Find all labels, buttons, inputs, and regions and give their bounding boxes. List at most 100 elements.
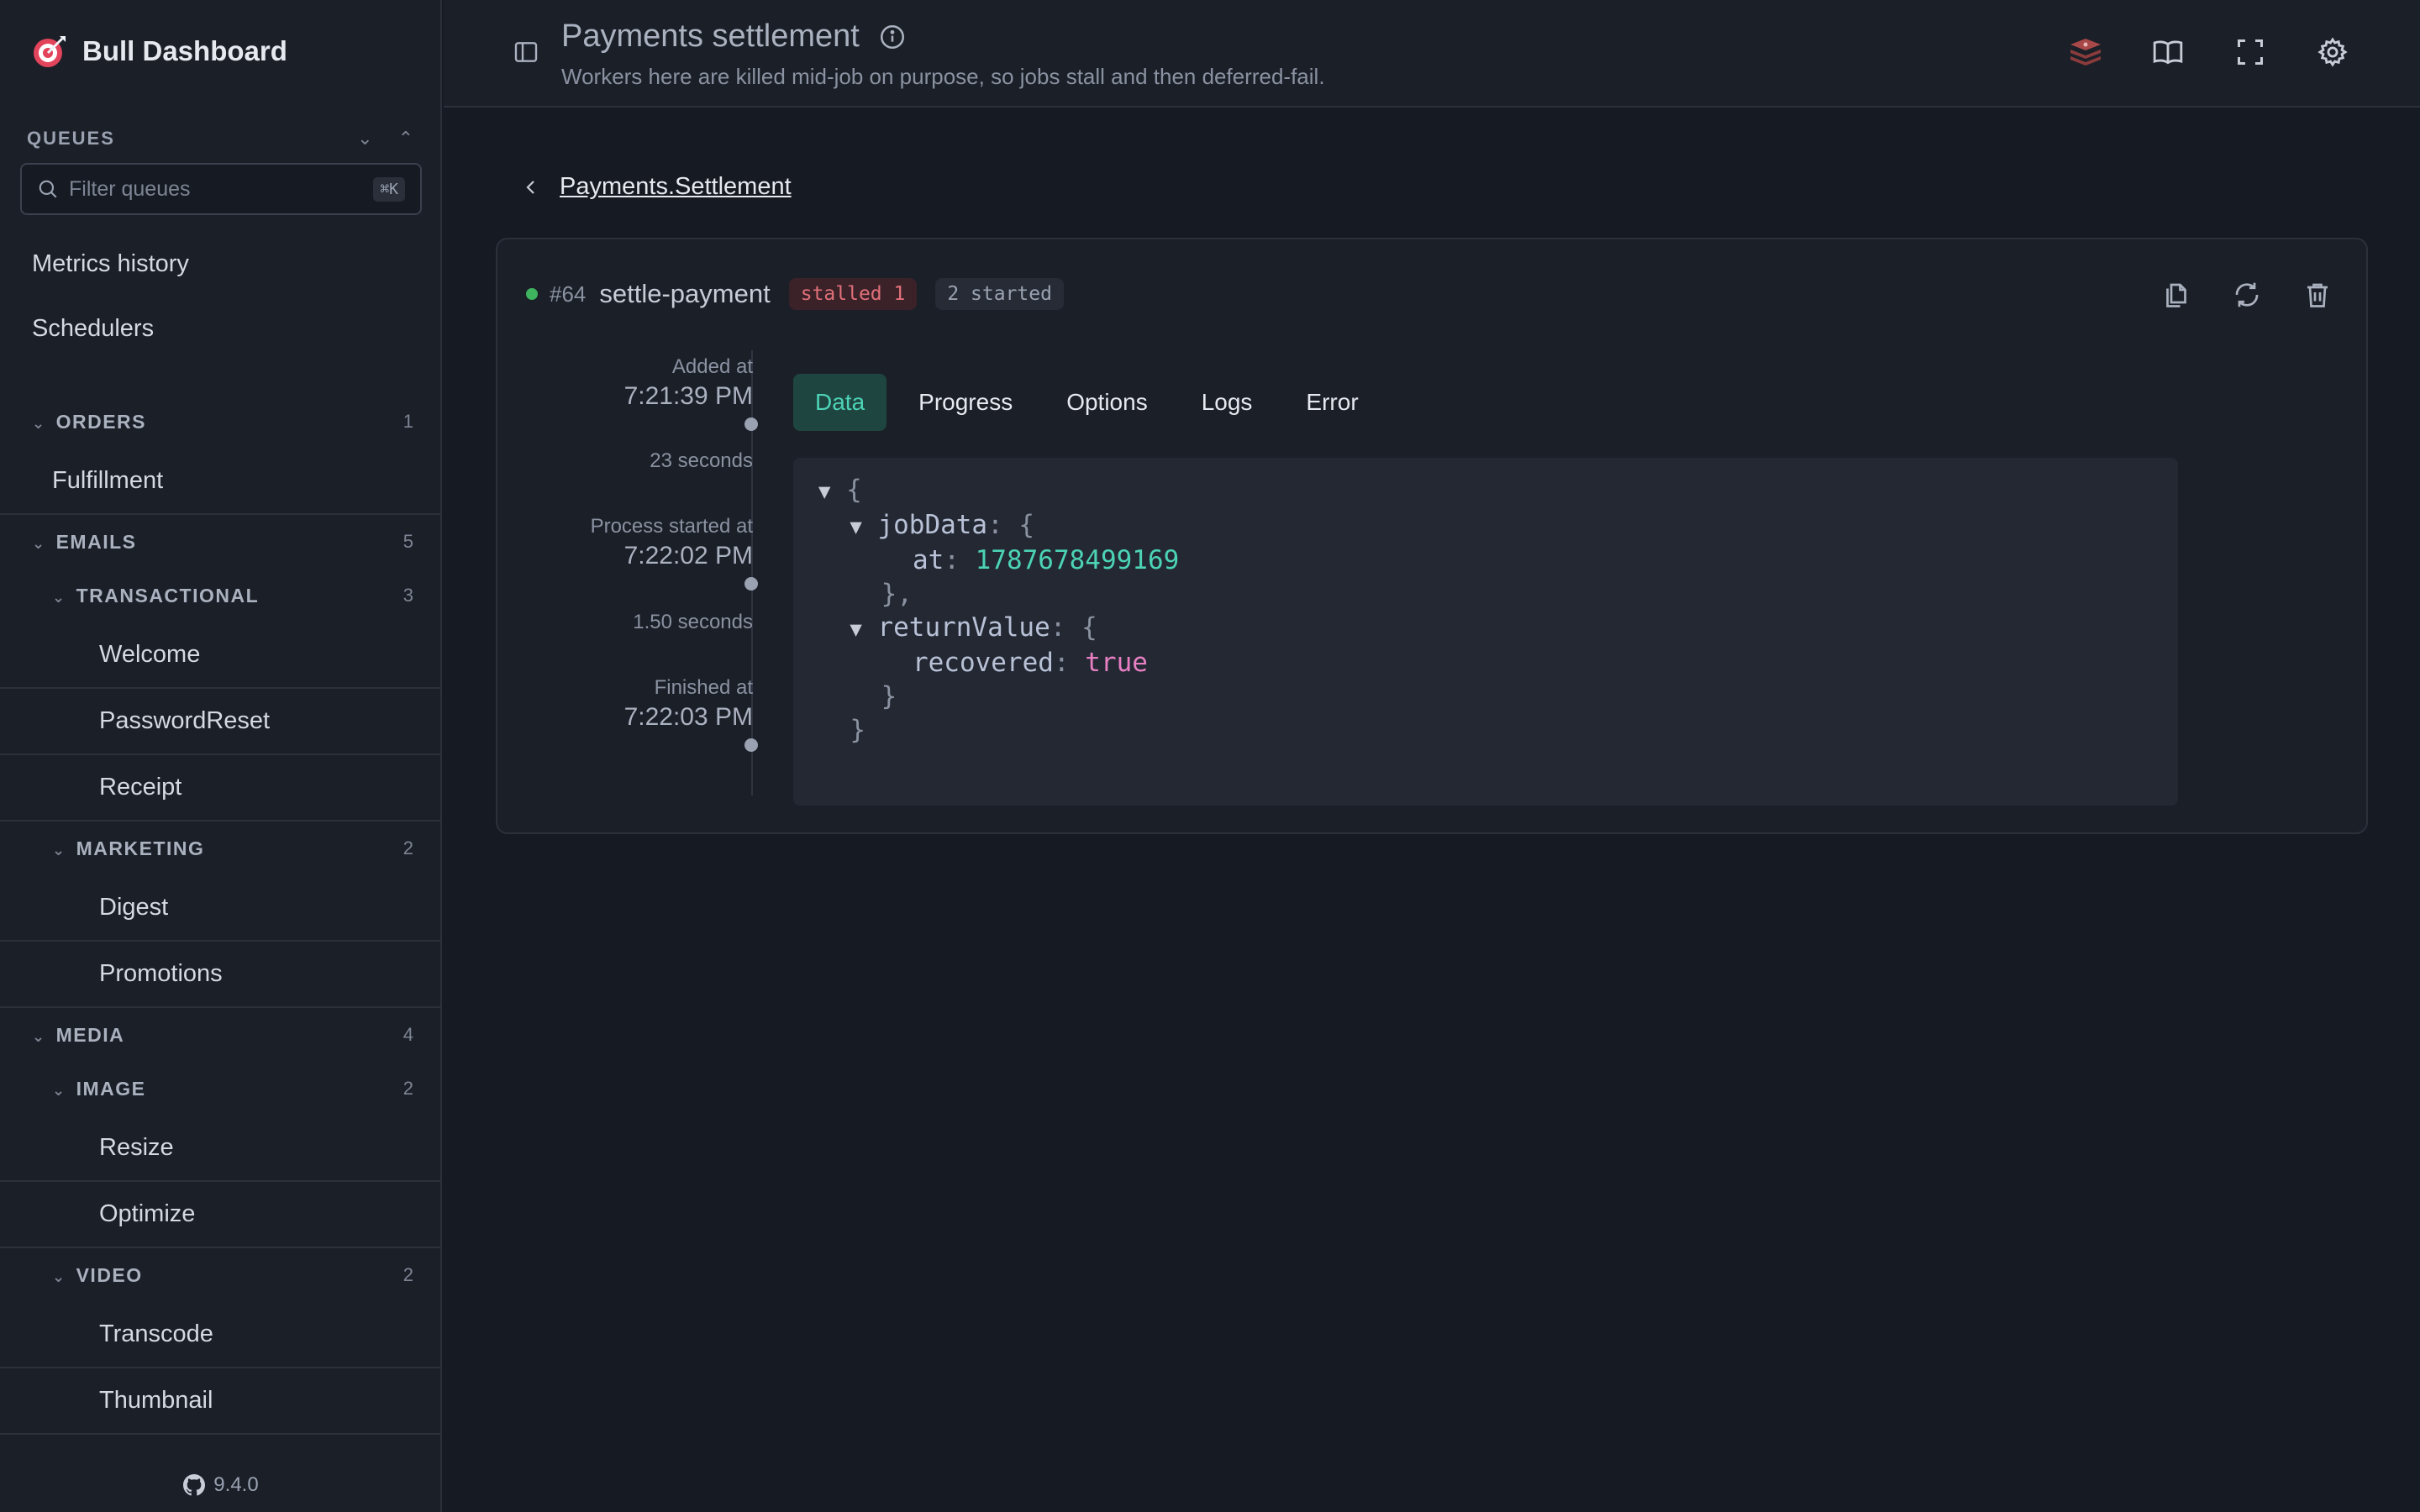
collapse-returnvalue-toggle-icon[interactable]: ▼ — [850, 617, 861, 641]
fullscreen-button[interactable] — [2232, 34, 2269, 71]
queue-group-label: EMAILS — [55, 530, 137, 553]
job-name: settle-payment — [599, 279, 771, 308]
copy-button[interactable] — [2161, 280, 2191, 310]
gear-icon — [2317, 37, 2348, 67]
chevron-down-icon: ⌄ — [32, 1027, 46, 1045]
queue-group-count: 4 — [402, 1024, 413, 1045]
json-key-at: at — [912, 545, 944, 575]
timeline-started: Process started at 7:22:02 PM — [591, 515, 753, 570]
chevron-down-icon: ⌄ — [52, 1268, 66, 1285]
chevron-down-icon: ⌄ — [32, 414, 46, 432]
page-header: Payments settlement Workers here are kil… — [444, 0, 2420, 108]
queue-group-image[interactable]: ⌄ IMAGE 2 — [0, 1062, 440, 1116]
run-duration: 1.50 seconds — [633, 611, 753, 633]
started-time: 7:22:02 PM — [623, 542, 753, 570]
chevron-left-icon — [526, 180, 534, 194]
timeline-added: Added at 7:21:39 PM — [624, 355, 753, 411]
timeline-dot-added — [744, 417, 758, 431]
brand[interactable]: Bull Dashboard — [32, 34, 287, 69]
queue-tree: ⌄ ORDERS 1 Fulfillment ⌄ EMAILS 5 ⌄ TRANSACTIONA… — [0, 395, 440, 1435]
queue-group-label: ORDERS — [55, 410, 146, 433]
timeline-finished: Finished at 7:22:03 PM — [624, 676, 753, 732]
queue-group-emails[interactable]: ⌄ EMAILS 5 — [0, 515, 440, 569]
queue-group-count: 5 — [402, 531, 413, 552]
collapse-root-toggle-icon[interactable]: ▼ — [818, 480, 830, 503]
started-badge: 2 started — [935, 278, 1064, 310]
queue-item-passwordreset[interactable]: PasswordReset — [0, 689, 440, 755]
queue-group-video[interactable]: ⌄ VIDEO 2 — [0, 1248, 440, 1302]
queue-item-label: Receipt — [99, 774, 182, 801]
status-dot — [526, 288, 538, 300]
tab-error[interactable]: Error — [1284, 374, 1380, 431]
nav-link-metrics-history[interactable]: Metrics history — [32, 250, 189, 278]
book-open-icon — [2153, 40, 2183, 65]
wait-duration: 23 seconds — [650, 449, 753, 472]
json-value-recovered: true — [1085, 648, 1148, 678]
queue-item-digest[interactable]: Digest — [0, 875, 440, 942]
queue-item-thumbnail[interactable]: Thumbnail — [0, 1368, 440, 1435]
info-icon[interactable] — [878, 23, 907, 51]
queue-item-label: Optimize — [99, 1200, 196, 1227]
queue-item-label: Digest — [99, 894, 169, 921]
queue-item-label: Welcome — [99, 641, 201, 668]
queue-item-label: Promotions — [99, 960, 223, 987]
queue-item-transcode[interactable]: Transcode — [0, 1302, 440, 1368]
queue-group-label: MEDIA — [55, 1023, 125, 1046]
collapse-jobdata-toggle-icon[interactable]: ▼ — [850, 515, 861, 538]
queue-group-count: 1 — [402, 411, 413, 432]
finished-time: 7:22:03 PM — [623, 703, 753, 731]
chevron-down-icon: ⌄ — [52, 588, 66, 606]
queue-item-promotions[interactable]: Promotions — [0, 942, 440, 1008]
queue-group-transactional[interactable]: ⌄ TRANSACTIONAL 3 — [0, 569, 440, 622]
json-value-at: 1787678499169 — [975, 545, 1180, 575]
added-time: 7:21:39 PM — [623, 382, 753, 410]
page-title: Payments settlement — [561, 18, 907, 55]
queues-title: QUEUES — [27, 128, 115, 149]
json-key-jobdata: jobData — [877, 510, 988, 540]
queue-group-label: VIDEO — [76, 1263, 143, 1286]
timeline-dot-started — [744, 577, 758, 591]
redis-button[interactable] — [2067, 34, 2104, 71]
queue-item-label: Thumbnail — [99, 1387, 213, 1414]
back-link-label[interactable]: Payments.Settlement — [560, 173, 792, 201]
queue-group-marketing[interactable]: ⌄ MARKETING 2 — [0, 822, 440, 875]
settings-button[interactable] — [2314, 34, 2351, 71]
queue-group-orders[interactable]: ⌄ ORDERS 1 — [0, 395, 440, 449]
queue-item-fulfillment[interactable]: Fulfillment — [0, 449, 440, 515]
collapse-all-chevron-down-icon[interactable]: ⌄ — [357, 128, 372, 150]
tab-options[interactable]: Options — [1044, 374, 1170, 431]
queue-item-resize[interactable]: Resize — [0, 1116, 440, 1182]
json-viewer: ▼ { ▼ jobData: { at: 1787678499169 }, ▼ … — [793, 458, 2178, 806]
nav-link-schedulers[interactable]: Schedulers — [32, 315, 154, 343]
sidebar-panel-icon — [514, 42, 538, 62]
tab-logs[interactable]: Logs — [1180, 374, 1275, 431]
chevron-down-icon: ⌄ — [32, 534, 46, 552]
queue-item-label: Fulfillment — [52, 467, 164, 494]
filter-queues-input[interactable] — [69, 176, 364, 202]
toggle-sidebar-button[interactable] — [508, 34, 544, 71]
queue-group-label: MARKETING — [76, 837, 205, 859]
json-key-recovered: recovered — [912, 648, 1054, 678]
back-to-queue-link[interactable]: Payments.Settlement — [521, 173, 792, 201]
fullscreen-icon — [2238, 39, 2263, 65]
delete-button[interactable] — [2302, 280, 2333, 310]
retry-button[interactable] — [2232, 280, 2262, 310]
docs-button[interactable] — [2149, 34, 2186, 71]
job-header: #64 settle-payment stalled 1 2 started — [526, 278, 1064, 310]
tab-data[interactable]: Data — [793, 374, 887, 431]
chevron-down-icon: ⌄ — [52, 841, 66, 858]
json-key-returnvalue: returnValue — [877, 612, 1050, 643]
queue-group-count: 3 — [402, 585, 413, 606]
job-timeline: Added at 7:21:39 PM 23 seconds Process s… — [526, 355, 753, 794]
expand-all-chevron-up-icon[interactable]: ⌃ — [398, 128, 413, 150]
started-label: Process started at — [590, 515, 753, 538]
queue-item-welcome[interactable]: Welcome — [0, 622, 440, 689]
queue-item-receipt[interactable]: Receipt — [0, 755, 440, 822]
app-title: Bull Dashboard — [82, 35, 287, 66]
queue-group-count: 2 — [402, 1264, 413, 1285]
queue-group-media[interactable]: ⌄ MEDIA 4 — [0, 1008, 440, 1062]
tab-progress[interactable]: Progress — [897, 374, 1034, 431]
filter-queues-field[interactable]: ⌘K — [20, 163, 422, 215]
sidebar-footer[interactable]: 9.4.0 — [0, 1458, 440, 1512]
queue-item-optimize[interactable]: Optimize — [0, 1182, 440, 1248]
